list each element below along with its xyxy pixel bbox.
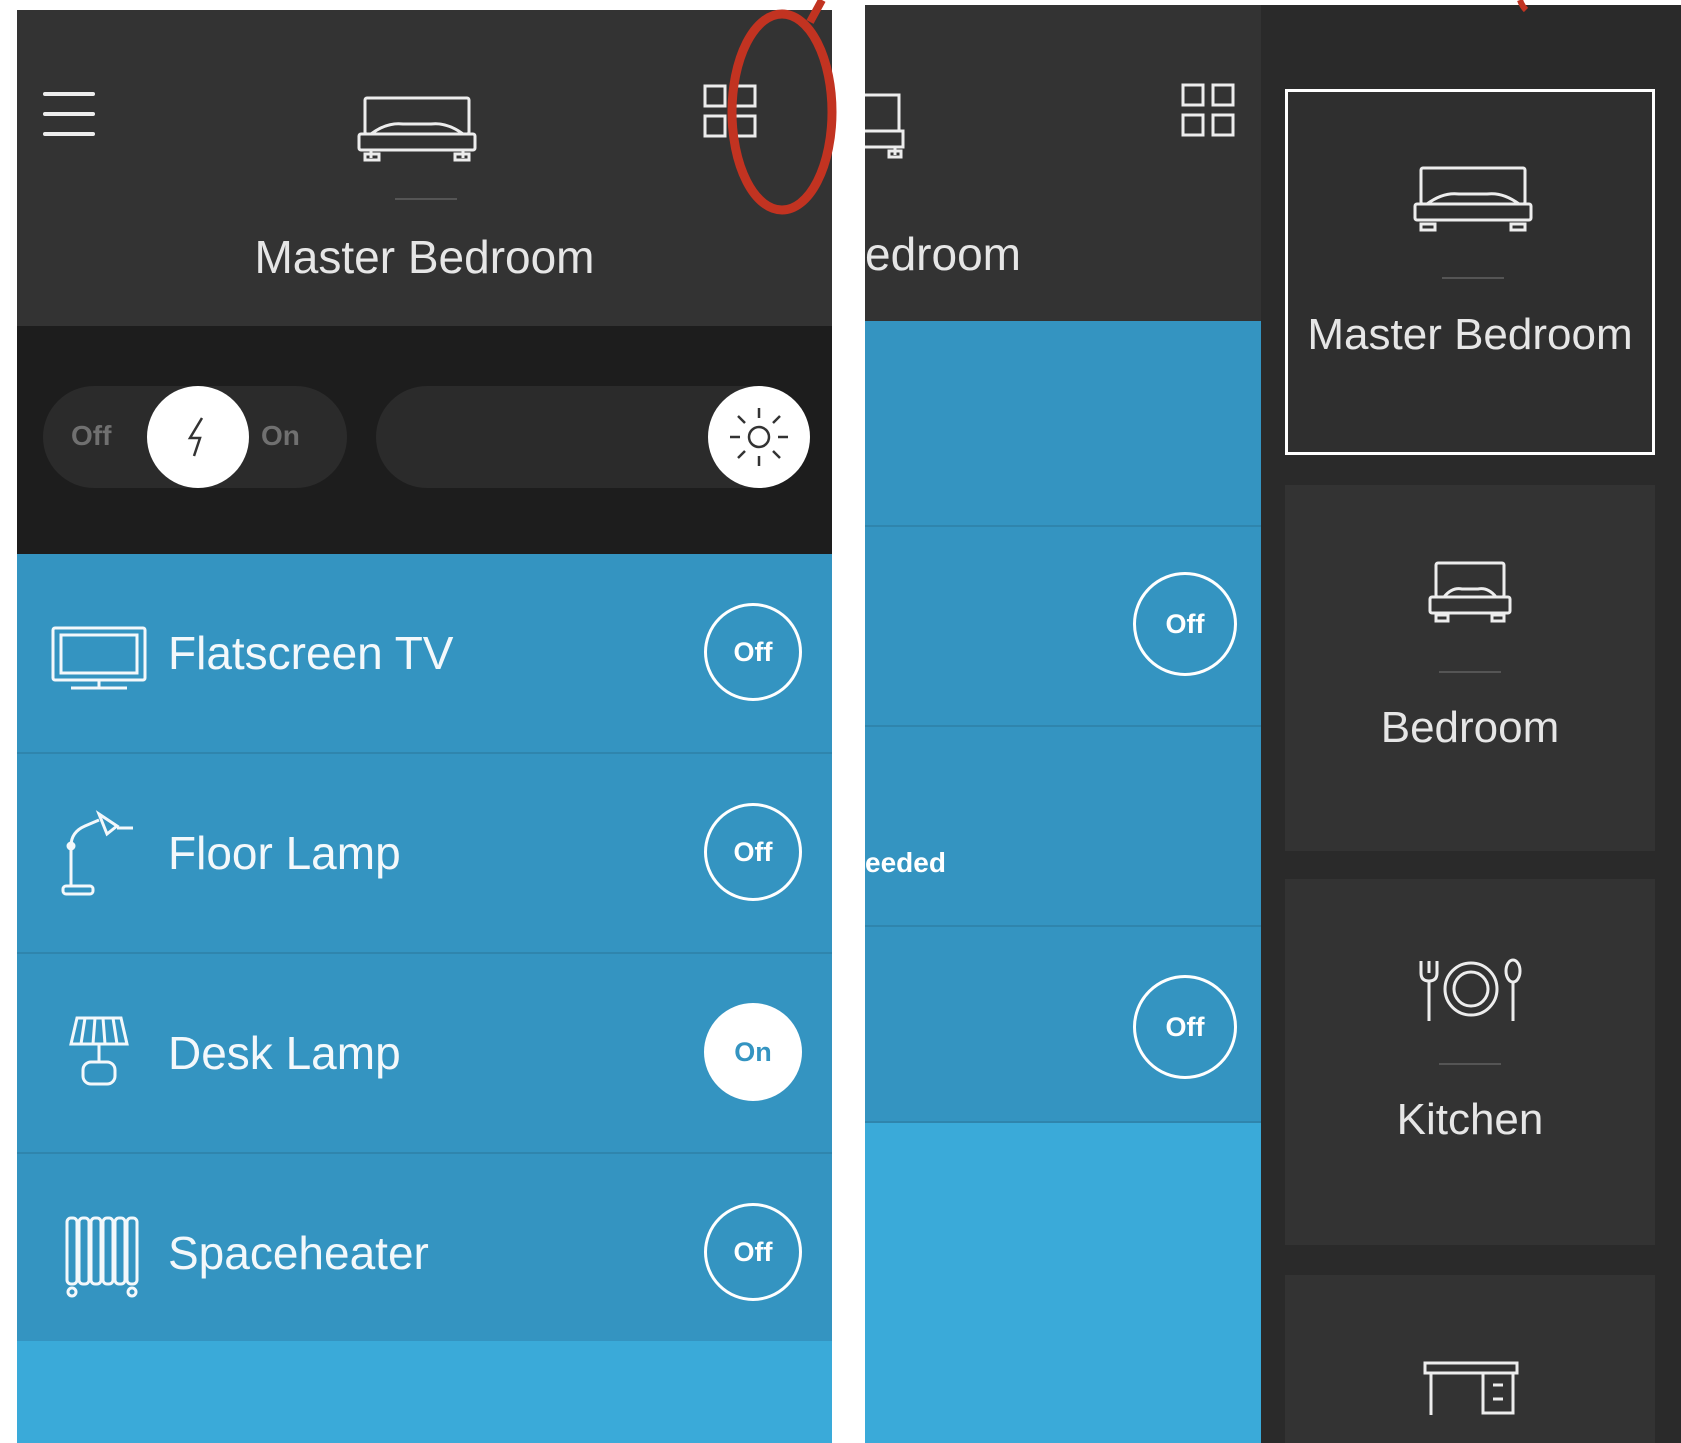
room-divider [1439, 671, 1501, 673]
device-row-spaceheater[interactable]: Spaceheater Off [17, 1154, 832, 1354]
room-label: Master Bedroom [1307, 310, 1633, 359]
bed-icon [1413, 166, 1533, 232]
bed-icon [357, 96, 477, 162]
room-divider [1439, 1063, 1501, 1065]
room-card-bedroom[interactable]: Bedroom [1285, 485, 1655, 851]
room-card-office[interactable] [1285, 1275, 1655, 1443]
small-bed-icon [1428, 561, 1512, 623]
grid-view-icon[interactable] [1181, 83, 1235, 137]
device-label: Flatscreen TV [168, 627, 454, 679]
room-label: Kitchen [1396, 1095, 1544, 1144]
lightning-icon [187, 417, 204, 457]
right-phone-screen: edroom Off eeded Off Master Bedroom Bedr… [865, 5, 1681, 1443]
room-title: Master Bedroom [254, 231, 595, 283]
toggle-state: On [734, 1036, 772, 1067]
floor-lamp-icon [61, 810, 133, 896]
device-row-floor-lamp[interactable]: Floor Lamp Off [17, 754, 832, 954]
toggle-state: Off [733, 836, 773, 867]
left-phone-screen: Master Bedroom Off On Flatscreen TV Off … [17, 10, 832, 1443]
status-text-fragment: eeded [865, 847, 946, 878]
toggle-state: Off [1165, 1011, 1205, 1042]
power-knob[interactable] [147, 386, 249, 488]
room-label: Bedroom [1380, 703, 1560, 752]
device-toggle-button[interactable]: Off [704, 1203, 802, 1301]
room-detail-partial: edroom Off eeded Off [865, 5, 1261, 1443]
room-selector-panel: Master Bedroom Bedroom Kitchen [1261, 5, 1681, 1443]
empty-list-area [865, 1123, 1261, 1443]
device-row-desk-lamp[interactable]: Desk Lamp On [17, 954, 832, 1154]
room-divider [1442, 277, 1504, 279]
device-row-flatscreen-tv[interactable]: Flatscreen TV Off [17, 554, 832, 754]
toggle-state: Off [733, 636, 773, 667]
brightness-knob[interactable] [708, 386, 810, 488]
device-label: Desk Lamp [168, 1027, 401, 1079]
device-toggle-button[interactable]: On [704, 1003, 802, 1101]
device-toggle-button[interactable]: Off [704, 603, 802, 701]
empty-list-area [17, 1341, 832, 1443]
desk-icon [1423, 1361, 1519, 1415]
device-toggle-button[interactable]: Off [1133, 572, 1237, 676]
control-bar: Off On [17, 326, 832, 554]
dining-icon [1419, 958, 1522, 1021]
control-area-partial [865, 321, 1261, 527]
bed-icon [865, 93, 905, 159]
device-label: Spaceheater [168, 1227, 429, 1279]
tv-icon [51, 626, 147, 690]
toggle-state: Off [1165, 608, 1205, 639]
power-off-label: Off [71, 420, 112, 451]
title-divider [395, 198, 457, 200]
device-row-partial[interactable]: Off [865, 927, 1261, 1123]
brightness-slider[interactable] [376, 386, 810, 488]
device-row-partial[interactable]: eeded [865, 727, 1261, 927]
desk-lamp-icon [69, 1016, 129, 1086]
hamburger-menu-icon[interactable] [17, 80, 127, 150]
device-toggle-button[interactable]: Off [1133, 975, 1237, 1079]
device-toggle-button[interactable]: Off [704, 803, 802, 901]
room-title-fragment: edroom [865, 228, 1021, 280]
device-row-partial[interactable]: Off [865, 527, 1261, 727]
device-label: Floor Lamp [168, 827, 401, 879]
room-header: Master Bedroom [17, 10, 832, 326]
power-toggle[interactable]: Off On [43, 386, 347, 488]
room-card-master-bedroom[interactable]: Master Bedroom [1285, 89, 1655, 455]
toggle-state: Off [733, 1236, 773, 1267]
room-card-kitchen[interactable]: Kitchen [1285, 879, 1655, 1245]
power-on-label: On [261, 420, 300, 451]
grid-view-icon[interactable] [703, 84, 757, 138]
radiator-icon [65, 1216, 139, 1298]
sun-icon [730, 408, 788, 466]
